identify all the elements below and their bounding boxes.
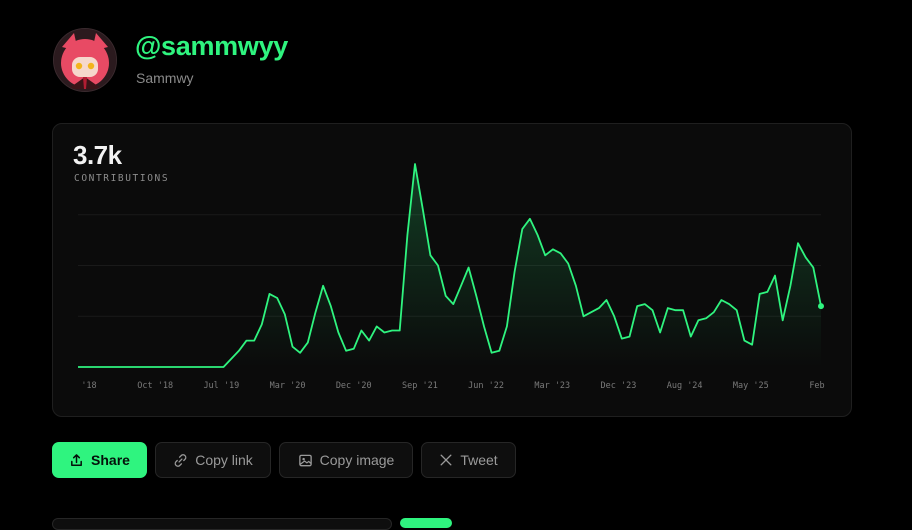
avatar[interactable] xyxy=(53,28,117,92)
avatar-image xyxy=(54,29,116,91)
x-tick-label: Sep '21 xyxy=(402,381,438,391)
profile-display-name: Sammwy xyxy=(136,70,194,86)
x-tick-label: Feb xyxy=(809,381,824,391)
copy-image-button[interactable]: Copy image xyxy=(279,442,413,478)
embed-field[interactable] xyxy=(52,518,392,530)
copy-link-label: Copy link xyxy=(195,452,253,468)
x-tick-label: Jul '19 xyxy=(203,381,239,391)
series-end-point xyxy=(818,303,824,310)
x-tick-label: '18 xyxy=(81,381,96,391)
contributions-chart: '18 Oct '18 Jul '19 Mar '20 Dec '20 Sep '21 Ju… xyxy=(78,163,825,391)
x-logo-icon xyxy=(440,454,452,466)
x-tick-label: Aug '24 xyxy=(667,381,703,391)
x-tick-label: Mar '20 xyxy=(270,381,306,391)
x-tick-label: Dec '23 xyxy=(601,381,637,391)
tweet-button[interactable]: Tweet xyxy=(421,442,516,478)
tweet-label: Tweet xyxy=(460,452,498,468)
link-icon xyxy=(174,453,187,467)
copy-image-label: Copy image xyxy=(319,452,395,468)
x-tick-label: Jun '22 xyxy=(468,381,504,391)
embed-copy-button[interactable] xyxy=(400,518,452,528)
x-tick-label: May '25 xyxy=(733,381,769,391)
x-tick-label: Mar '23 xyxy=(534,381,570,391)
share-button[interactable]: Share xyxy=(52,442,147,478)
image-icon xyxy=(298,454,312,466)
share-icon xyxy=(71,453,82,466)
x-tick-label: Dec '20 xyxy=(336,381,372,391)
profile-username: @sammwyy xyxy=(135,31,289,61)
copy-link-button[interactable]: Copy link xyxy=(155,442,271,478)
x-tick-label: Oct '18 xyxy=(137,381,173,391)
contributions-card: 3.7k CONTRIBUTIONS '18 Oct '18 Jul '19 Mar … xyxy=(52,123,852,417)
share-label: Share xyxy=(91,452,130,468)
